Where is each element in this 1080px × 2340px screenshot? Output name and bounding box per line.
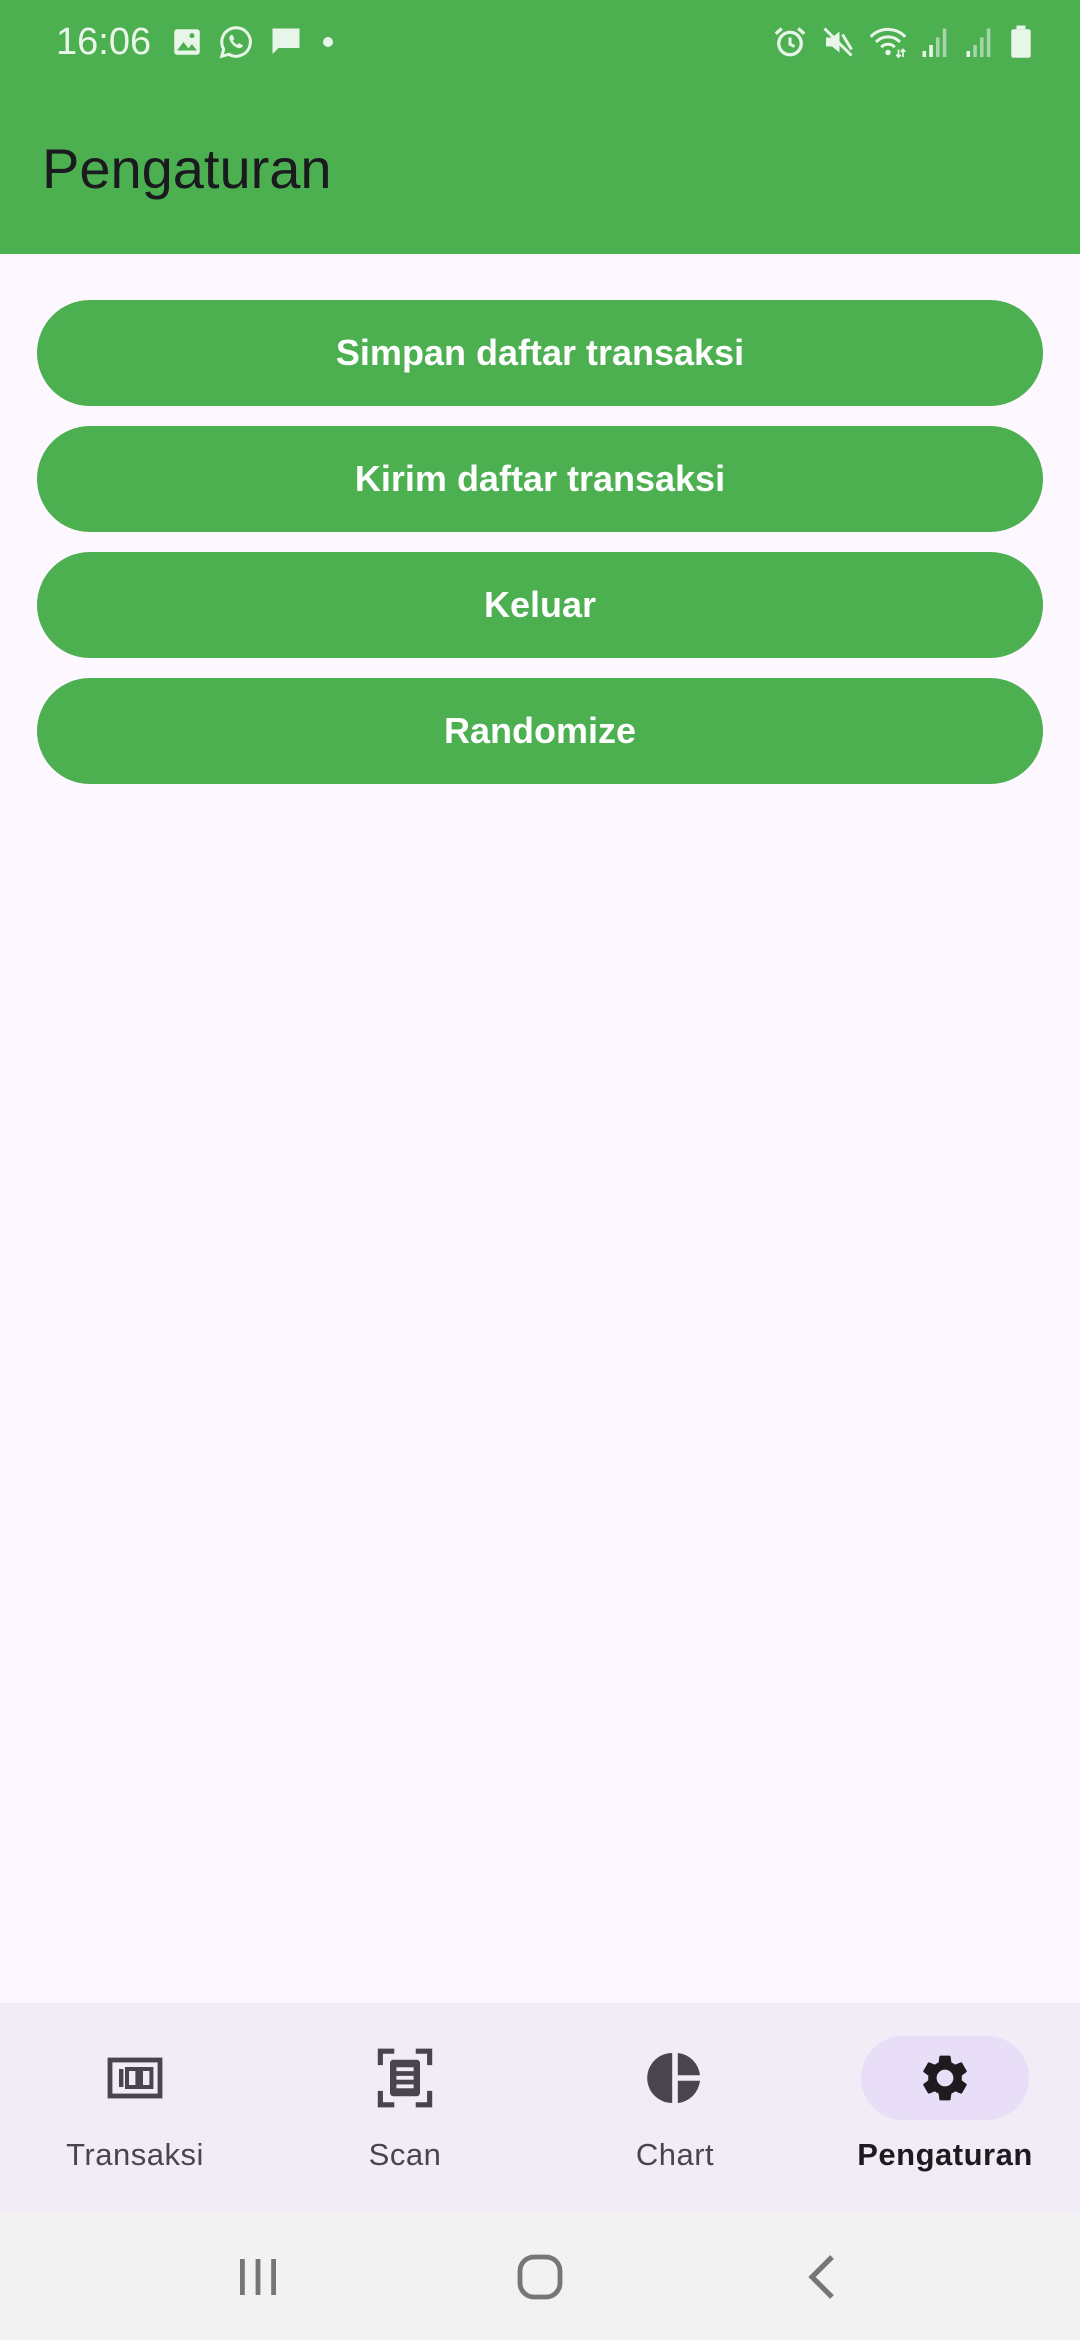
nav-label-chart: Chart	[635, 2137, 715, 2172]
pie-chart-icon	[647, 2053, 700, 2103]
randomize-button[interactable]: Randomize	[37, 678, 1043, 784]
logout-button[interactable]: Keluar	[37, 552, 1043, 658]
home-icon	[517, 2254, 563, 2300]
dot-icon	[323, 37, 333, 47]
battery-icon	[1011, 25, 1031, 58]
bottom-navigation: Transaksi Scan Chart Pengaturan	[0, 2003, 1080, 2213]
recent-apps-button[interactable]	[198, 2233, 318, 2321]
nav-label-transaksi: Transaksi	[66, 2137, 204, 2172]
back-icon	[808, 2255, 834, 2299]
back-button[interactable]	[762, 2233, 882, 2321]
nav-label-pengaturan: Pengaturan	[857, 2137, 1033, 2172]
send-transactions-button[interactable]: Kirim daftar transaksi	[37, 426, 1043, 532]
nav-item-pengaturan[interactable]: Pengaturan	[810, 2003, 1080, 2213]
scan-document-icon	[377, 2048, 433, 2108]
nav-item-chart[interactable]: Chart	[540, 2003, 810, 2213]
nav-item-transaksi[interactable]: Transaksi	[0, 2003, 270, 2213]
money-icon	[107, 2057, 163, 2099]
page-title: Pengaturan	[42, 137, 332, 200]
wifi-icon	[869, 27, 907, 59]
image-icon	[174, 29, 200, 55]
nav-indicator	[861, 2036, 1029, 2120]
alarm-icon	[774, 27, 806, 57]
settings-actions: Simpan daftar transaksi Kirim daftar tra…	[37, 300, 1043, 804]
nav-label-scan: Scan	[368, 2137, 442, 2172]
message-icon	[272, 28, 300, 54]
gear-icon	[923, 2055, 967, 2101]
nav-indicator	[591, 2036, 759, 2120]
status-system-icons	[772, 22, 1034, 62]
app-bar: Pengaturan	[0, 84, 1080, 254]
system-navigation-bar	[0, 2213, 1080, 2340]
nav-item-scan[interactable]: Scan	[270, 2003, 540, 2213]
status-bar: 16:06	[0, 0, 1080, 84]
save-transactions-button[interactable]: Simpan daftar transaksi	[37, 300, 1043, 406]
signal-icon	[922, 28, 947, 57]
mute-icon	[823, 27, 853, 57]
recent-apps-icon	[240, 2259, 276, 2295]
status-time: 16:06	[56, 21, 152, 63]
home-button[interactable]	[480, 2233, 600, 2321]
status-notification-icons	[170, 22, 338, 62]
nav-indicator	[321, 2036, 489, 2120]
signal-icon	[966, 28, 991, 57]
nav-indicator	[51, 2036, 219, 2120]
whatsapp-icon	[219, 26, 252, 59]
